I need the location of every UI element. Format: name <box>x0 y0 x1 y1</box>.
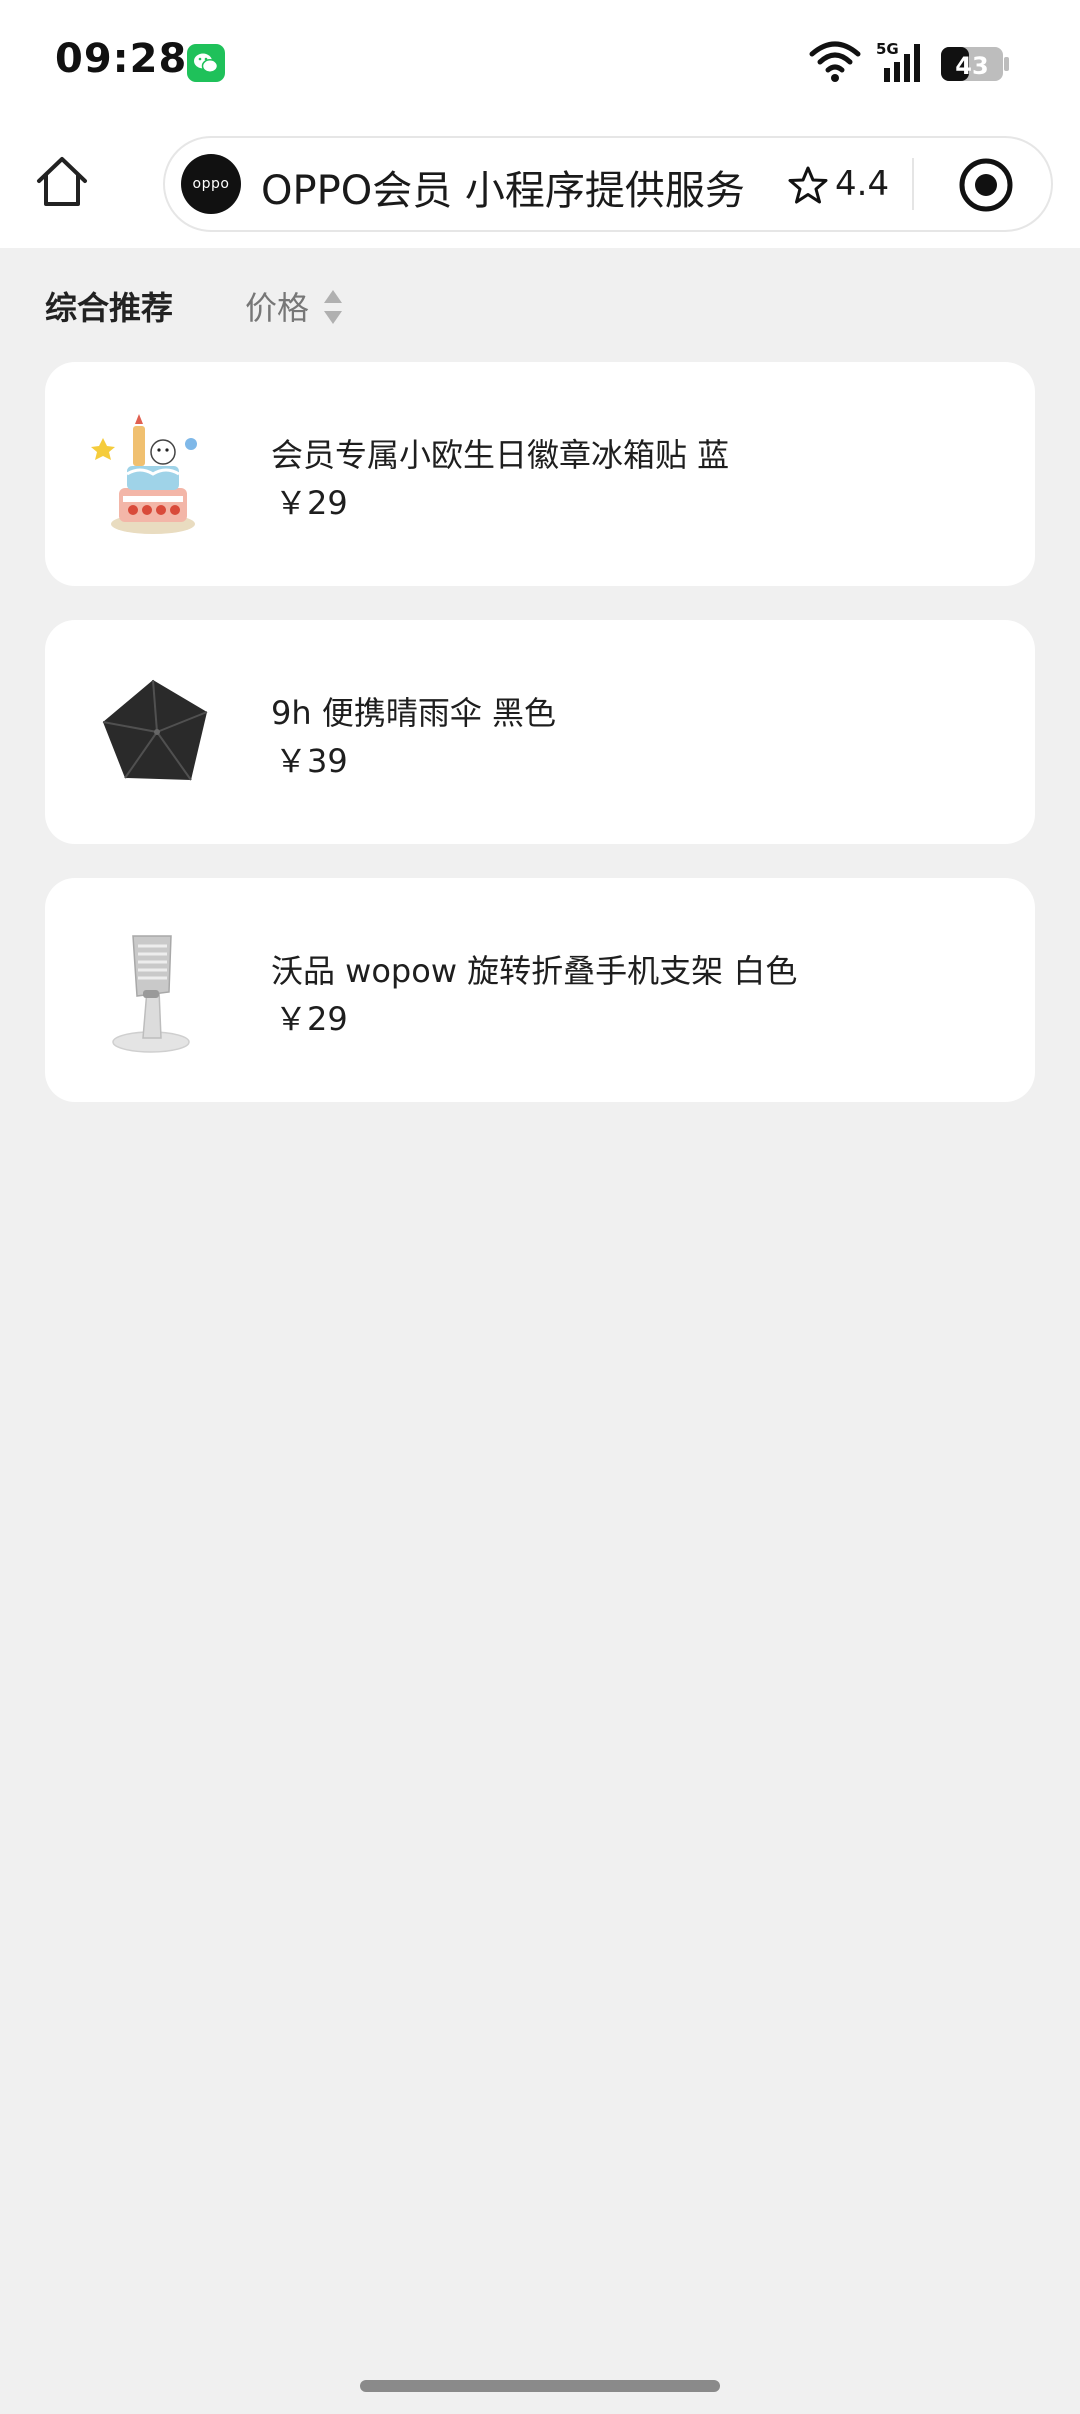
capsule-divider <box>912 158 914 210</box>
miniprogram-title: OPPO会员 小程序提供服务 <box>261 168 745 214</box>
product-name: 9h 便携晴雨伞 黑色 <box>271 694 556 732</box>
signal-5g-icon: 5G <box>876 40 920 82</box>
sort-price-tab[interactable]: 价格 <box>245 283 309 329</box>
product-name: 沃品 wopow 旋转折叠手机支架 白色 <box>271 952 798 990</box>
wechat-icon <box>187 44 225 82</box>
product-card[interactable]: 9h 便携晴雨伞 黑色 ￥39 <box>45 620 1035 844</box>
home-indicator[interactable] <box>360 2380 720 2392</box>
miniprogram-capsule[interactable]: oppo OPPO会员 小程序提供服务 4.4 <box>163 136 1053 232</box>
rating-value: 4.4 <box>835 164 890 204</box>
product-card[interactable]: 会员专属小欧生日徽章冰箱贴 蓝 ￥29 <box>45 362 1035 586</box>
product-price: ￥29 <box>275 484 348 522</box>
battery-level: 43 <box>955 52 988 80</box>
wifi-icon <box>809 41 861 82</box>
sort-arrows-icon[interactable] <box>322 288 344 326</box>
home-icon[interactable] <box>34 154 90 210</box>
star-icon[interactable] <box>788 165 828 205</box>
status-time: 09:28 <box>55 36 188 82</box>
phone-stand-icon <box>112 935 190 1053</box>
battery-icon: 43 <box>941 47 1009 81</box>
product-price: ￥29 <box>275 1000 348 1038</box>
birthday-cake-magnet-icon <box>91 414 197 534</box>
nav-bar: oppo OPPO会员 小程序提供服务 4.4 <box>0 126 1080 248</box>
black-umbrella-icon <box>102 679 208 781</box>
product-name: 会员专属小欧生日徽章冰箱贴 蓝 <box>271 436 730 474</box>
network-label: 5G <box>876 40 899 58</box>
product-price: ￥39 <box>275 742 348 780</box>
close-miniprogram-icon[interactable] <box>957 156 1015 214</box>
status-bar: 09:28 5G 43 <box>0 0 1080 126</box>
sort-recommend-tab[interactable]: 综合推荐 <box>45 283 173 329</box>
product-card[interactable]: 沃品 wopow 旋转折叠手机支架 白色 ￥29 <box>45 878 1035 1102</box>
oppo-logo: oppo <box>181 154 241 214</box>
